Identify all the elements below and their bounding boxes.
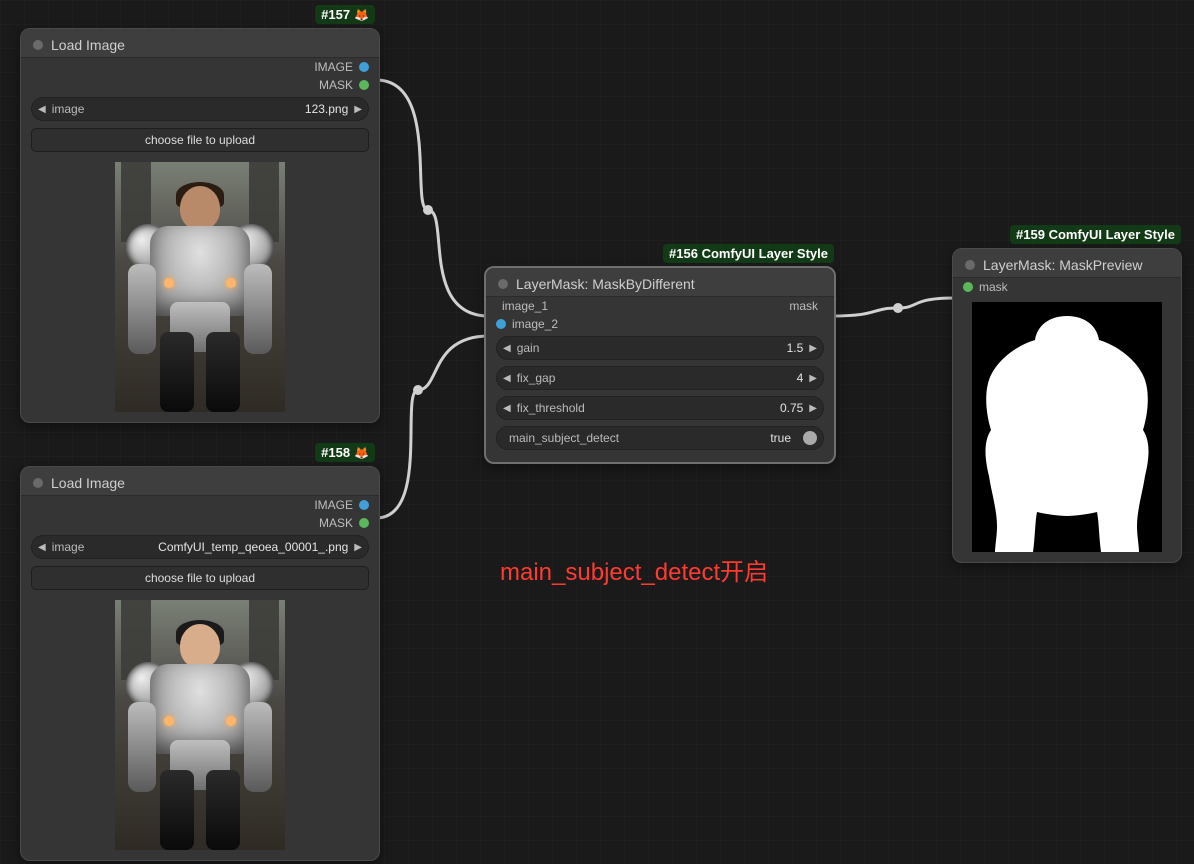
mask-preview-image (972, 302, 1162, 552)
param-gain[interactable]: ◀ gain 1.5 ▶ (496, 336, 824, 360)
node-layermask-maskbydifferent[interactable]: #156 ComfyUI Layer Style LayerMask: Mask… (484, 266, 836, 464)
collapse-dot-icon[interactable] (33, 478, 43, 488)
collapse-dot-icon[interactable] (498, 279, 508, 289)
image-select-widget[interactable]: ◀ image ComfyUI_temp_qeoea_00001_.png ▶ (31, 535, 369, 559)
port-image-icon[interactable] (359, 500, 369, 510)
fox-icon: 🦊 (354, 446, 369, 460)
output-image[interactable]: IMAGE (21, 58, 379, 76)
node-title-text: Load Image (51, 475, 125, 491)
arrow-left-icon[interactable]: ◀ (503, 373, 511, 384)
upload-button[interactable]: choose file to upload (31, 128, 369, 152)
node-title-text: LayerMask: MaskByDifferent (516, 276, 695, 292)
arrow-right-icon[interactable]: ▶ (809, 373, 817, 384)
image-preview (115, 600, 285, 850)
node-badge: #158🦊 (315, 443, 375, 462)
input-image-2[interactable]: image_2 (486, 315, 834, 333)
output-mask[interactable]: mask (789, 299, 824, 313)
arrow-left-icon[interactable]: ◀ (503, 343, 511, 354)
output-image[interactable]: IMAGE (21, 496, 379, 514)
node-title-text: LayerMask: MaskPreview (983, 257, 1143, 273)
param-main-subject-detect[interactable]: main_subject_detect true (496, 426, 824, 450)
image-select-widget[interactable]: ◀ image 123.png ▶ (31, 97, 369, 121)
arrow-right-icon[interactable]: ▶ (354, 542, 362, 553)
node-badge: #156 ComfyUI Layer Style (663, 244, 834, 263)
param-fix-threshold[interactable]: ◀ fix_threshold 0.75 ▶ (496, 396, 824, 420)
node-load-image-157[interactable]: #157🦊 Load Image IMAGE MASK ◀ image 123.… (20, 28, 380, 423)
node-title[interactable]: Load Image (21, 29, 379, 58)
arrow-right-icon[interactable]: ▶ (354, 104, 362, 115)
fox-icon: 🦊 (354, 8, 369, 22)
port-image-icon[interactable] (359, 62, 369, 72)
node-layermask-maskpreview[interactable]: #159 ComfyUI Layer Style LayerMask: Mask… (952, 248, 1182, 563)
node-title[interactable]: LayerMask: MaskPreview (953, 249, 1181, 278)
port-mask-icon[interactable] (359, 518, 369, 528)
output-mask[interactable]: MASK (21, 514, 379, 532)
toggle-knob-icon[interactable] (803, 431, 817, 445)
image-preview (115, 162, 285, 412)
arrow-right-icon[interactable]: ▶ (809, 343, 817, 354)
collapse-dot-icon[interactable] (33, 40, 43, 50)
arrow-left-icon[interactable]: ◀ (38, 542, 46, 553)
node-load-image-158[interactable]: #158🦊 Load Image IMAGE MASK ◀ image Comf… (20, 466, 380, 861)
arrow-left-icon[interactable]: ◀ (38, 104, 46, 115)
annotation-text: main_subject_detect开启 (500, 552, 768, 587)
input-mask[interactable]: mask (953, 278, 1181, 296)
param-fix-gap[interactable]: ◀ fix_gap 4 ▶ (496, 366, 824, 390)
output-mask[interactable]: MASK (21, 76, 379, 94)
upload-button[interactable]: choose file to upload (31, 566, 369, 590)
node-title[interactable]: Load Image (21, 467, 379, 496)
input-image-1[interactable]: image_1 (496, 299, 548, 313)
port-mask-icon[interactable] (359, 80, 369, 90)
arrow-right-icon[interactable]: ▶ (809, 403, 817, 414)
node-title-text: Load Image (51, 37, 125, 53)
port-image-icon[interactable] (496, 319, 506, 329)
node-title[interactable]: LayerMask: MaskByDifferent (486, 268, 834, 297)
port-mask-icon[interactable] (963, 282, 973, 292)
collapse-dot-icon[interactable] (965, 260, 975, 270)
node-badge: #157🦊 (315, 5, 375, 24)
node-badge: #159 ComfyUI Layer Style (1010, 225, 1181, 244)
node-graph-canvas[interactable]: #157🦊 Load Image IMAGE MASK ◀ image 123.… (0, 0, 1194, 864)
arrow-left-icon[interactable]: ◀ (503, 403, 511, 414)
